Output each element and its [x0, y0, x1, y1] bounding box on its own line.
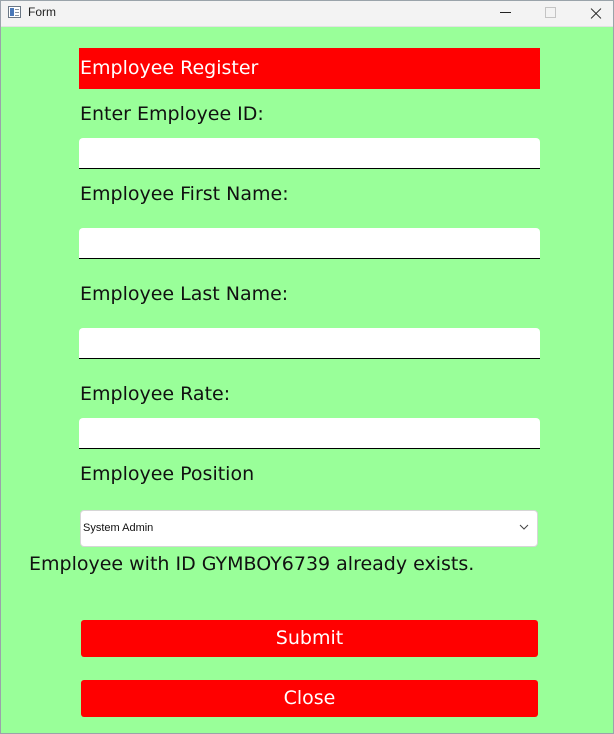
employee-id-label: Enter Employee ID:	[80, 103, 264, 125]
chevron-down-icon	[519, 524, 529, 530]
title-bar: Form	[1, 1, 613, 27]
employee-id-field[interactable]	[79, 138, 540, 169]
close-button[interactable]: Close	[81, 680, 538, 717]
window-title: Form	[28, 5, 56, 19]
app-icon	[8, 6, 21, 18]
first-name-label: Employee First Name:	[80, 183, 289, 205]
rate-label: Employee Rate:	[80, 383, 231, 405]
rate-field[interactable]	[79, 418, 540, 449]
submit-button[interactable]: Submit	[81, 620, 538, 657]
maximize-icon	[528, 1, 574, 26]
minimize-icon[interactable]	[483, 1, 529, 26]
last-name-label: Employee Last Name:	[80, 283, 289, 305]
position-selected-value: System Admin	[83, 522, 154, 534]
first-name-field[interactable]	[79, 228, 540, 259]
last-name-field[interactable]	[79, 328, 540, 359]
position-dropdown[interactable]: System Admin	[80, 510, 538, 547]
close-icon[interactable]	[573, 1, 614, 26]
page-title: Employee Register	[79, 48, 540, 89]
status-message: Employee with ID GYMBOY6739 already exis…	[29, 553, 475, 575]
form-window: Form Employee Register Enter Employee ID…	[0, 0, 614, 734]
position-label: Employee Position	[80, 463, 255, 485]
